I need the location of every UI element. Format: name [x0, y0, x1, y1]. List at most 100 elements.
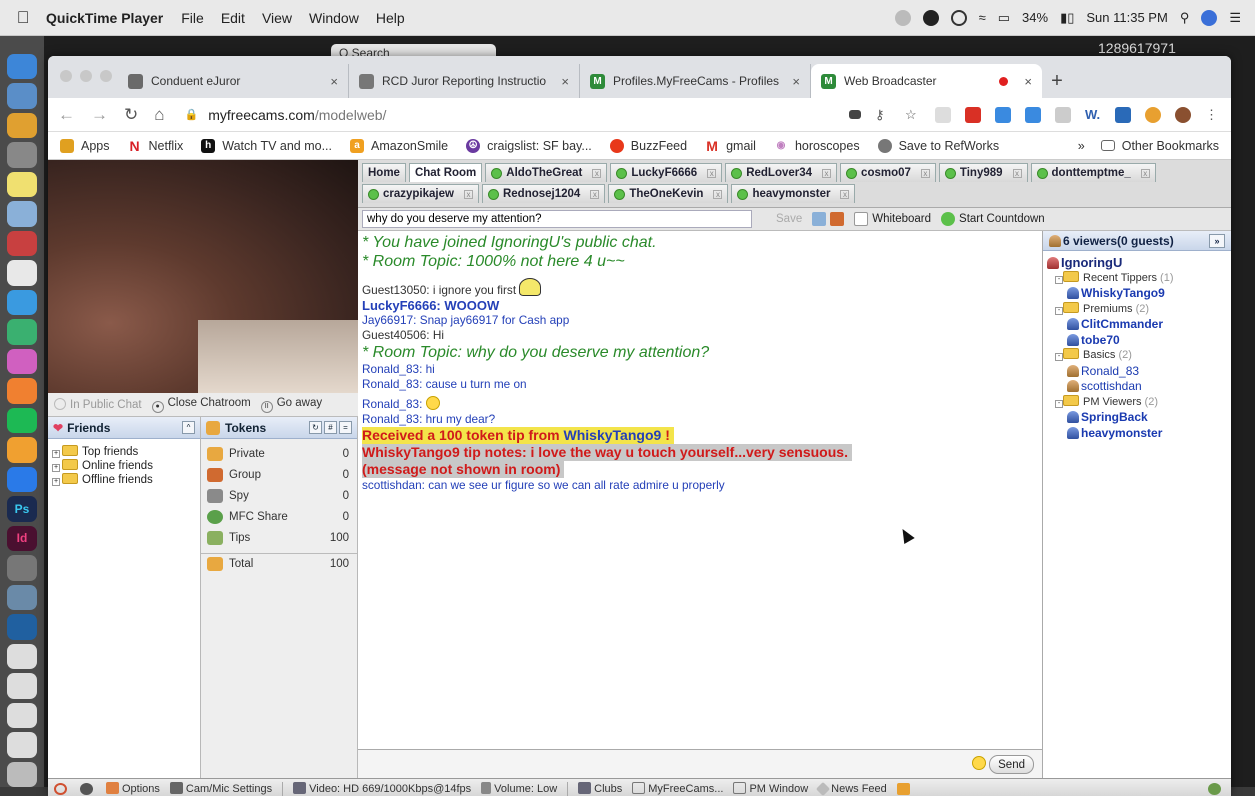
tab-conduent[interactable]: Conduent eJuror × [118, 64, 349, 98]
viewer-user[interactable]: scottishdan [1047, 379, 1227, 395]
close-tab-icon[interactable]: x [592, 168, 602, 178]
chart-icon[interactable]: # [324, 421, 337, 434]
indesign-icon[interactable]: Id [7, 525, 37, 552]
ghostery-icon-2[interactable] [1025, 106, 1041, 123]
photos-icon[interactable] [7, 260, 37, 286]
spotify-icon[interactable] [7, 407, 37, 434]
close-tab-icon[interactable]: x [1012, 168, 1022, 178]
app-store-icon[interactable] [7, 466, 37, 493]
expand-icon[interactable]: + [52, 478, 60, 486]
photo-booth-icon[interactable] [7, 230, 37, 257]
tab-pm-aldothegreat[interactable]: AldoTheGreat x [485, 163, 608, 182]
other-bookmarks[interactable]: Other Bookmarks [1100, 139, 1219, 153]
viewer-group-basics[interactable]: - Basics (2) [1047, 348, 1227, 364]
document-icon[interactable] [7, 643, 37, 670]
tab-pm-tiny989[interactable]: Tiny989 x [938, 163, 1028, 182]
collapse-icon[interactable]: - [1055, 275, 1063, 284]
tab-rcd-juror[interactable]: RCD Juror Reporting Instructio × [349, 64, 580, 98]
friend-group-online[interactable]: + Online friends [52, 459, 196, 473]
go-away-button[interactable]: II Go away [260, 397, 322, 413]
close-tab-icon[interactable]: × [1024, 74, 1032, 89]
owl-icon[interactable] [922, 9, 939, 26]
tab-pm-heavymonster[interactable]: heavymonster x [731, 184, 856, 203]
record-status-icon[interactable] [894, 9, 911, 26]
chat-settings-icon[interactable] [812, 212, 827, 226]
whiteboard-button[interactable]: Whiteboard [854, 212, 931, 226]
photoshop-icon[interactable]: Ps [7, 496, 37, 522]
lock-icon[interactable]: 🔒 [185, 108, 199, 121]
tab-pm-luckyf6666[interactable]: LuckyF6666 x [610, 163, 723, 182]
tab-chat-room[interactable]: Chat Room [408, 163, 483, 182]
gmail-ext-icon[interactable] [965, 106, 981, 123]
spotlight-icon[interactable]: ⚲ [1180, 10, 1190, 26]
facetime-icon[interactable] [7, 319, 37, 345]
document-icon-2[interactable] [7, 673, 37, 699]
apple-icon[interactable]:  [0, 8, 46, 28]
close-tab-icon[interactable]: x [840, 189, 850, 199]
viewer-user[interactable]: ClitCmmander [1047, 317, 1227, 333]
myfreecams-mail-button[interactable]: MyFreeCams... [632, 782, 723, 795]
new-tab-button[interactable]: + [1042, 64, 1072, 98]
close-tab-icon[interactable]: × [561, 74, 569, 89]
collapse-icon[interactable]: - [1055, 353, 1063, 361]
star-icon[interactable]: ☆ [905, 107, 921, 123]
close-tab-icon[interactable]: x [463, 189, 473, 199]
menu-help[interactable]: Help [376, 10, 405, 26]
viewer-user[interactable]: Ronald_83 [1047, 364, 1227, 380]
refresh-icon[interactable]: ↻ [309, 421, 322, 434]
bookmark-apps[interactable]: Apps [60, 138, 110, 153]
close-tab-icon[interactable]: x [590, 189, 600, 199]
menu-file[interactable]: File [181, 10, 204, 26]
clock[interactable]: Sun 11:35 PM [1086, 10, 1167, 25]
tab-pm-cosmo07[interactable]: cosmo07 x [840, 163, 936, 182]
bookmarks-overflow-button[interactable]: » [1078, 139, 1085, 153]
viewer-user[interactable]: WhiskyTango9 [1047, 286, 1227, 302]
ribbon-icon[interactable] [896, 782, 910, 795]
extension-icon-2[interactable] [1055, 106, 1071, 123]
bookmark-craigslist[interactable]: ☮ craigslist: SF bay... [466, 138, 592, 153]
tab-pm-redlover34[interactable]: RedLover34 x [725, 163, 838, 182]
tab-profiles-mfc[interactable]: M Profiles.MyFreeCams - Profiles × [580, 64, 811, 98]
bookmark-refworks[interactable]: Save to RefWorks [877, 138, 999, 153]
airplay-icon[interactable]: ▭ [998, 10, 1010, 26]
volume-status[interactable]: Volume: Low [481, 782, 557, 795]
tab-pm-donttemptme[interactable]: donttemptme_ x [1030, 163, 1156, 182]
menu-kebab-icon[interactable]: ⋮ [1205, 107, 1221, 123]
messages-icon[interactable] [7, 289, 37, 316]
video-status[interactable]: Video: HD 669/1000Kbps@14fps [293, 782, 471, 795]
room-topic-input[interactable] [362, 210, 752, 228]
word-ext-icon[interactable]: W. [1085, 107, 1101, 123]
close-tab-icon[interactable]: × [792, 74, 800, 89]
vlc-icon[interactable] [7, 437, 37, 463]
notes-icon[interactable] [7, 171, 37, 198]
collapse-button[interactable]: ^ [182, 421, 195, 434]
pm-window-button[interactable]: PM Window [733, 782, 808, 795]
bookmark-amazonsmile[interactable]: a AmazonSmile [350, 138, 448, 153]
bookmark-netflix[interactable]: N Netflix [128, 138, 183, 154]
notification-center-icon[interactable]: ☰ [1229, 10, 1241, 26]
itunes-icon[interactable] [7, 348, 37, 375]
compass-icon[interactable] [80, 782, 93, 795]
cam-mic-settings-button[interactable]: Cam/Mic Settings [169, 782, 272, 795]
document-icon-4[interactable] [7, 732, 37, 758]
forward-icon[interactable]: → [91, 105, 108, 125]
ext-icon-orange[interactable] [1145, 106, 1161, 123]
finder-icon[interactable] [7, 54, 37, 80]
zoom-window-button[interactable] [100, 70, 112, 82]
viewer-user[interactable]: heavymonster [1047, 426, 1227, 442]
profile-avatar[interactable] [1175, 106, 1191, 123]
menu-edit[interactable]: Edit [221, 10, 245, 26]
expand-viewers-button[interactable]: » [1209, 233, 1225, 248]
menu-view[interactable]: View [262, 10, 292, 26]
expand-icon[interactable]: + [52, 450, 60, 458]
list-icon[interactable]: = [339, 421, 352, 434]
minimize-window-button[interactable] [80, 70, 92, 82]
friend-group-top[interactable]: + Top friends [52, 445, 196, 459]
close-tab-icon[interactable]: x [1140, 168, 1150, 178]
viewer-host[interactable]: IgnoringU [1047, 255, 1227, 271]
key-icon[interactable]: ⚷ [875, 107, 891, 123]
quicktime-icon[interactable] [7, 614, 37, 640]
viewer-group-pm-viewers[interactable]: - PM Viewers (2) [1047, 394, 1227, 411]
system-prefs-icon[interactable] [7, 555, 37, 581]
address-bar[interactable]: 🔒 myfreecams.com/modelweb/ [181, 101, 833, 129]
